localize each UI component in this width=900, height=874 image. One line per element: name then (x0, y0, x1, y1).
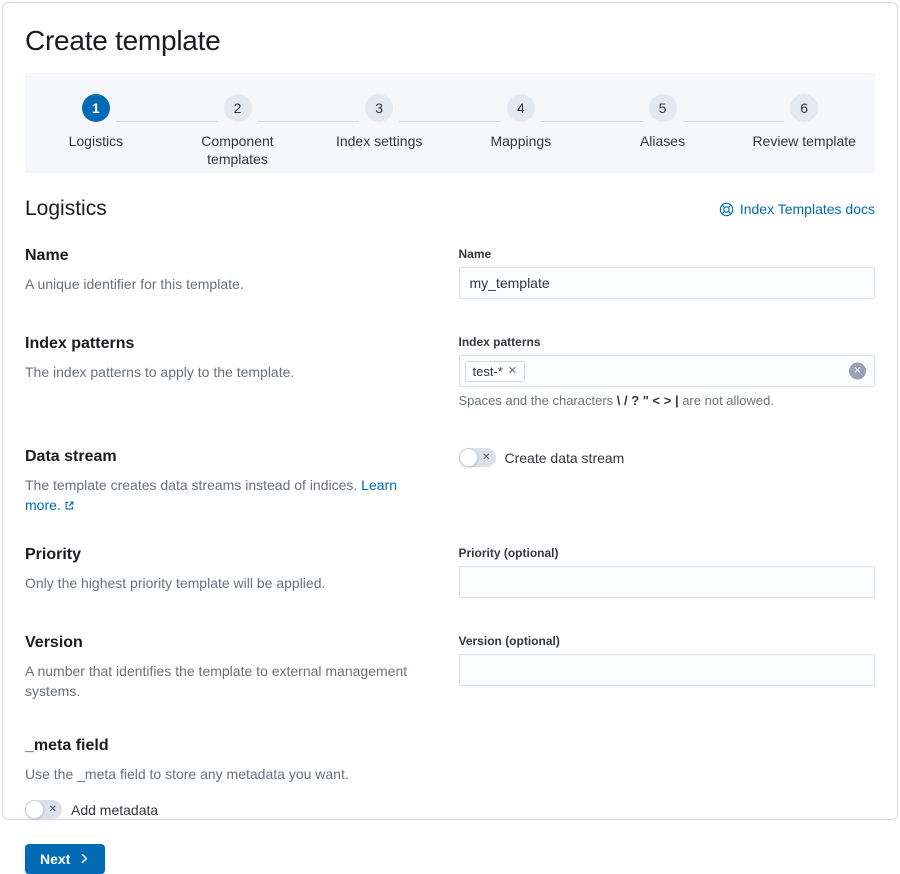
version-input[interactable] (459, 654, 876, 686)
create-data-stream-toggle[interactable]: ✕ (459, 448, 496, 467)
step-number[interactable]: 5 (649, 94, 677, 122)
add-metadata-label: Add metadata (71, 802, 158, 818)
index-patterns-row-title: Index patterns (25, 335, 431, 353)
docs-link-label: Index Templates docs (740, 201, 875, 217)
step-label: Aliases (608, 132, 718, 150)
step-label: Index settings (324, 132, 434, 150)
step-number[interactable]: 3 (365, 94, 393, 122)
priority-input[interactable] (459, 566, 876, 598)
section-header: Logistics Index Templates docs (25, 197, 875, 221)
clear-combobox-icon[interactable]: ✕ (849, 363, 866, 380)
meta-row-title: _meta field (25, 737, 431, 755)
chevron-right-icon (79, 851, 90, 867)
priority-row-description: Only the highest priority template will … (25, 573, 431, 593)
version-row-description: A number that identifies the template to… (25, 661, 431, 701)
step-label: Logistics (41, 132, 151, 150)
forbidden-characters: \ / ? " < > | (617, 393, 679, 408)
data-stream-row-description: The template creates data streams instea… (25, 475, 431, 516)
step-review-template[interactable]: 6 Review template (733, 90, 875, 173)
step-label: Mappings (466, 132, 576, 150)
step-mappings[interactable]: 4 Mappings (450, 90, 592, 173)
index-patterns-row-description: The index patterns to apply to the templ… (25, 362, 431, 382)
toggle-knob (459, 448, 478, 467)
priority-field-label: Priority (optional) (459, 546, 876, 560)
remove-tag-icon[interactable]: ✕ (508, 366, 517, 377)
add-metadata-switch-row[interactable]: ✕ Add metadata (25, 800, 158, 819)
meta-row-description: Use the _meta field to store any metadat… (25, 764, 431, 784)
meta-field-form-row: _meta field Use the _meta field to store… (25, 737, 875, 824)
toggle-off-icon: ✕ (482, 453, 490, 463)
help-icon (719, 202, 734, 217)
priority-form-row: Priority Only the highest priority templ… (25, 546, 875, 598)
step-number[interactable]: 6 (790, 94, 818, 122)
index-pattern-tag: test-* ✕ (465, 361, 526, 382)
page-title: Create template (25, 25, 875, 57)
toggle-off-icon: ✕ (49, 805, 57, 815)
priority-row-title: Priority (25, 546, 431, 564)
name-field-label: Name (459, 247, 876, 261)
step-logistics[interactable]: 1 Logistics (25, 90, 167, 173)
create-template-panel: Create template 1 Logistics 2 Component … (2, 2, 898, 820)
toggle-knob (25, 800, 44, 819)
create-data-stream-label: Create data stream (505, 450, 625, 466)
name-row-description: A unique identifier for this template. (25, 274, 431, 294)
add-metadata-toggle[interactable]: ✕ (25, 800, 62, 819)
step-indicator: 1 Logistics 2 Component templates 3 Inde… (25, 73, 875, 173)
section-title: Logistics (25, 197, 107, 221)
step-component-templates[interactable]: 2 Component templates (167, 90, 309, 173)
index-templates-docs-link[interactable]: Index Templates docs (719, 201, 875, 217)
version-row-title: Version (25, 634, 431, 652)
name-form-row: Name A unique identifier for this templa… (25, 247, 875, 299)
index-patterns-field-label: Index patterns (459, 335, 876, 349)
data-stream-row-title: Data stream (25, 448, 431, 466)
step-number[interactable]: 4 (507, 94, 535, 122)
data-stream-form-row: Data stream The template creates data st… (25, 448, 875, 516)
step-index-settings[interactable]: 3 Index settings (308, 90, 450, 173)
index-patterns-help-text: Spaces and the characters \ / ? " < > | … (459, 393, 876, 408)
external-link-icon (64, 496, 75, 516)
next-button[interactable]: Next (25, 844, 105, 874)
index-patterns-form-row: Index patterns The index patterns to app… (25, 335, 875, 408)
step-aliases[interactable]: 5 Aliases (592, 90, 734, 173)
step-label: Component templates (183, 132, 293, 168)
version-field-label: Version (optional) (459, 634, 876, 648)
index-pattern-tag-text: test-* (473, 364, 503, 379)
create-data-stream-switch-row[interactable]: ✕ Create data stream (459, 448, 625, 467)
version-form-row: Version A number that identifies the tem… (25, 634, 875, 701)
step-label: Review template (749, 132, 859, 150)
step-number[interactable]: 1 (82, 94, 110, 122)
step-number[interactable]: 2 (224, 94, 252, 122)
name-input[interactable] (459, 267, 876, 299)
next-button-label: Next (40, 851, 70, 867)
name-row-title: Name (25, 247, 431, 265)
index-patterns-combobox[interactable]: test-* ✕ ✕ (459, 355, 876, 387)
